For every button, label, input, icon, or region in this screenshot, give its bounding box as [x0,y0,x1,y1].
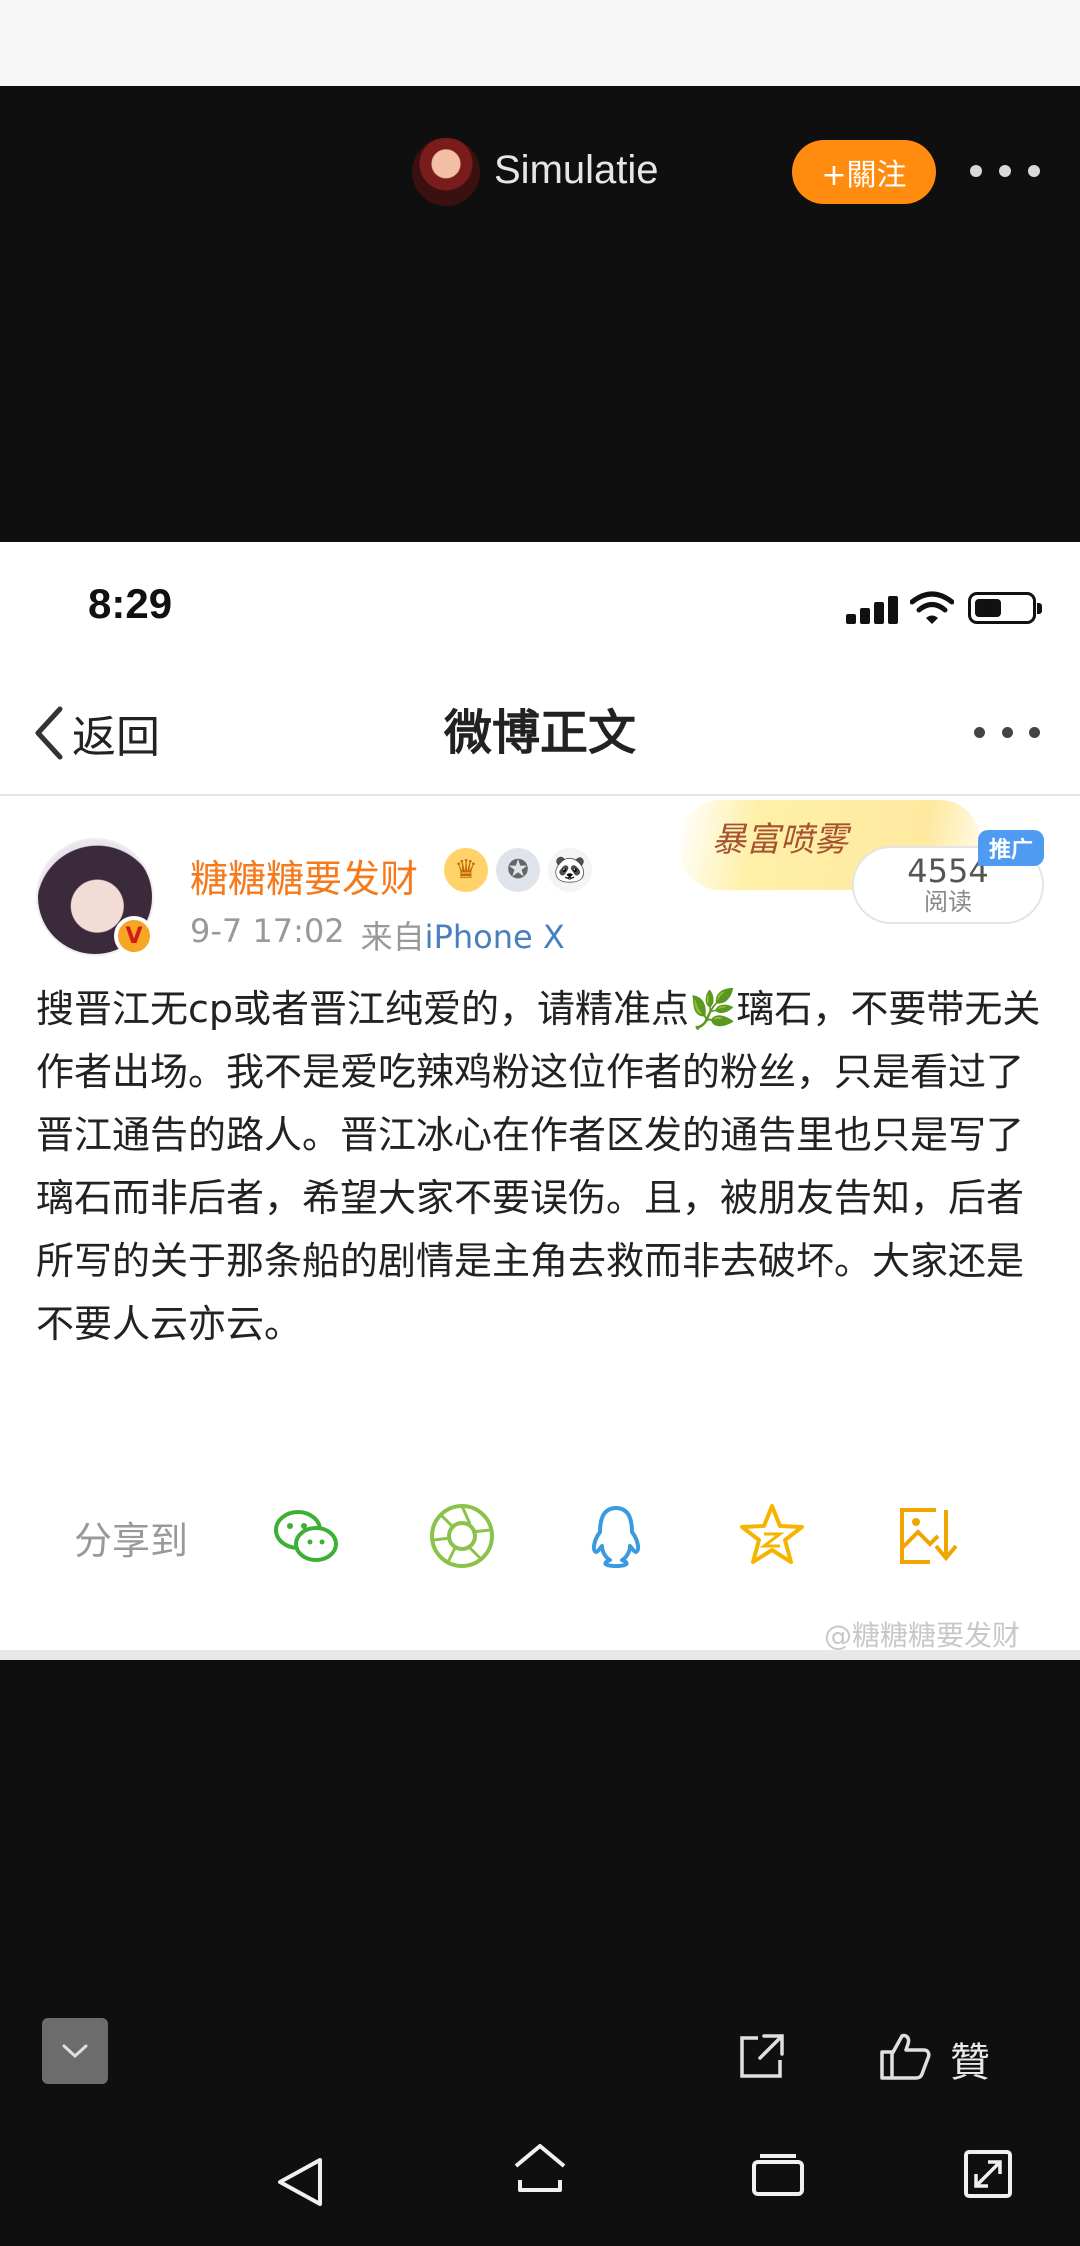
follow-button[interactable]: +關注 [792,140,936,204]
user-badges: ♛ ✪ 🐼 [444,848,592,892]
page-title: 微博正文 [443,705,636,761]
wechat-icon[interactable] [270,1500,342,1572]
chevron-down-icon [62,2044,88,2059]
author-name[interactable]: Simulatie [494,148,659,193]
share-label: 分享到 [74,1519,189,1563]
medal-icon[interactable]: ✪ [496,848,540,892]
watermark: @糖糖糖要发财 [824,1619,1021,1652]
share-out-icon[interactable] [736,2030,788,2082]
nav-back-icon[interactable] [274,2154,326,2210]
promo-text: 暴富喷雾 [712,820,848,860]
post-meta: 9-7 17:02 来自iPhone X [190,912,565,958]
qzone-icon[interactable] [736,1500,808,1572]
post-body: 搜晋江无cp或者晋江纯爱的，请精准点🌿璃石，不要带无关作者出场。我不是爱吃辣鸡粉… [36,987,1041,1346]
source-prefix: 来自 [360,918,425,956]
qq-icon[interactable] [580,1500,652,1572]
collapse-button[interactable] [42,2018,108,2084]
like-label[interactable]: 贊 [950,2030,990,2088]
author-avatar[interactable] [412,138,480,206]
nav-fullscreen-icon[interactable] [962,2148,1014,2200]
divider [0,794,1080,796]
save-image-icon[interactable] [892,1500,964,1572]
read-label: 阅读 [924,888,972,916]
read-count: 4554 [907,852,989,890]
more-options-icon[interactable] [970,156,1040,186]
status-time: 8:29 [88,580,173,627]
device-link[interactable]: iPhone X [425,918,565,956]
chevron-left-icon [35,706,63,760]
nav-home-icon[interactable] [510,2140,570,2196]
moments-icon[interactable] [426,1500,498,1572]
wifi-icon [910,591,954,624]
post-date: 9-7 17:02 [190,912,345,950]
thumbs-up-icon[interactable] [876,2028,932,2084]
top-strip [0,0,1080,86]
system-nav-bar [0,2140,1080,2226]
signal-icon [846,592,900,624]
section-separator [0,1650,1080,1660]
ad-tag: 推广 [978,830,1044,866]
nav-recents-icon[interactable] [750,2152,806,2200]
nav-more-icon[interactable] [974,722,1040,742]
verified-badge-icon: V [114,916,154,956]
user-name[interactable]: 糖糖糖要发财 [190,848,418,903]
crown-icon[interactable]: ♛ [444,848,488,892]
panda-icon[interactable]: 🐼 [548,848,592,892]
back-button[interactable]: 返回 [32,700,160,766]
battery-icon [968,592,1042,624]
back-label: 返回 [72,712,160,763]
